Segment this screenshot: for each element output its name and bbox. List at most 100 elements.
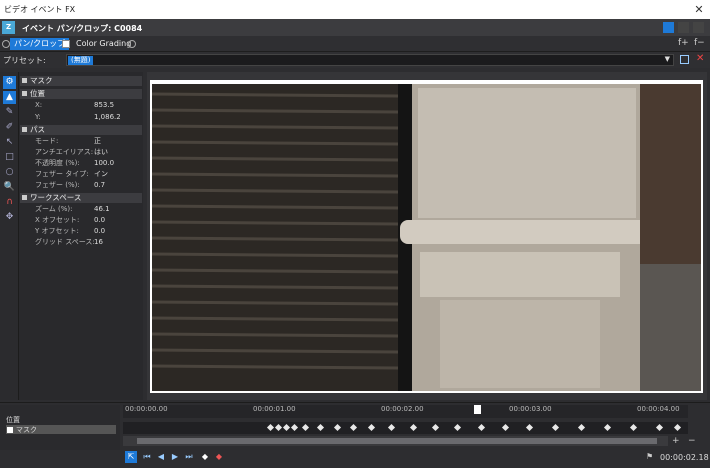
track-mask-label: マスク	[16, 426, 37, 434]
fx-remove-icon[interactable]: f−	[694, 38, 705, 48]
timeline-scrollbar[interactable]	[123, 436, 668, 446]
param-x-value[interactable]: 853.5	[94, 100, 114, 110]
rectangle-tool-icon[interactable]: □	[3, 151, 16, 164]
color-grading-checkbox[interactable]	[62, 40, 70, 48]
last-keyframe-icon[interactable]: ⏭	[183, 451, 195, 463]
param-grid-spacing-value[interactable]: 16	[94, 237, 103, 247]
scroll-thumb[interactable]	[137, 438, 657, 444]
keyframe[interactable]	[387, 423, 396, 432]
magnet-tool-icon[interactable]: ∩	[3, 196, 16, 209]
keyframe[interactable]	[603, 423, 612, 432]
delete-keyframe-icon[interactable]: ◆	[213, 451, 225, 463]
tick-0: 00:00:00.00	[125, 405, 168, 413]
close-button[interactable]: ✕	[688, 0, 710, 19]
event-header: Z イベント パン/クロップ: C0084	[0, 19, 710, 36]
keyframe-row[interactable]	[123, 422, 688, 434]
param-mode-value[interactable]: 正	[94, 136, 101, 146]
plugin-tab-pan-crop[interactable]: パン/クロップ	[10, 38, 70, 50]
app-logo-icon: Z	[2, 21, 15, 34]
param-zoom-value[interactable]: 46.1	[94, 204, 110, 214]
keyframe[interactable]	[274, 423, 283, 432]
next-keyframe-icon[interactable]: ▶	[169, 451, 181, 463]
keyframe[interactable]	[266, 423, 275, 432]
layout-toggle-icon[interactable]	[663, 22, 674, 33]
keyframe[interactable]	[629, 423, 638, 432]
keyframe[interactable]	[431, 423, 440, 432]
param-feather: フェザー (%): 0.7	[19, 180, 143, 190]
move-tool-icon[interactable]: ✥	[3, 211, 16, 224]
keyframe[interactable]	[282, 423, 291, 432]
section-workspace-label: ワークスペース	[30, 193, 82, 202]
fx-add-icon[interactable]: f+	[678, 38, 689, 48]
timecode: 00:00:02.18	[660, 453, 709, 462]
first-keyframe-icon[interactable]: ⏮	[141, 451, 153, 463]
param-feather-value[interactable]: 0.7	[94, 180, 105, 190]
keyframe[interactable]	[367, 423, 376, 432]
param-mode-label: モード:	[35, 137, 59, 145]
param-grid-spacing-label: グリッド スペース:	[35, 238, 95, 246]
param-y-offset: Y オフセット: 0.0	[19, 226, 143, 236]
video-frame[interactable]	[150, 80, 703, 393]
anchor-tool-icon[interactable]: ↖	[3, 136, 16, 149]
sync-cursor-icon[interactable]: ⇱	[125, 451, 137, 463]
chain-start-icon	[2, 40, 10, 48]
save-preset-icon[interactable]	[680, 55, 689, 64]
chevron-down-icon: ▼	[664, 55, 670, 63]
param-y-value[interactable]: 1,086.2	[94, 112, 121, 122]
track-mask-checkbox[interactable]	[7, 427, 13, 433]
section-path[interactable]: パス	[20, 125, 142, 135]
keyframe[interactable]	[290, 423, 299, 432]
keyframe[interactable]	[525, 423, 534, 432]
keyframe[interactable]	[409, 423, 418, 432]
keyframe[interactable]	[333, 423, 342, 432]
zoom-out-icon[interactable]: −	[688, 436, 696, 446]
param-opacity-label: 不透明度 (%):	[35, 159, 80, 167]
section-mask[interactable]: マスク	[20, 76, 142, 86]
section-mask-label: マスク	[30, 76, 53, 85]
ellipse-tool-icon[interactable]: ○	[3, 166, 16, 179]
brush-tool-icon[interactable]: ✐	[3, 121, 16, 134]
param-y-offset-value[interactable]: 0.0	[94, 226, 105, 236]
zoom-tool-icon[interactable]: 🔍	[3, 181, 16, 194]
preset-dropdown[interactable]: (無題) ▼	[66, 54, 674, 66]
section-workspace[interactable]: ワークスペース	[20, 193, 142, 203]
param-feather-type-value[interactable]: イン	[94, 169, 108, 179]
settings-gear-icon[interactable]: ⚙	[3, 76, 16, 89]
pen-tool-icon[interactable]: ✎	[3, 106, 16, 119]
plugin-tab-color-grading[interactable]: Color Grading	[72, 38, 135, 50]
keyframe[interactable]	[655, 423, 664, 432]
param-feather-type: フェザー タイプ: イン	[19, 169, 143, 179]
preset-value: (無題)	[68, 56, 94, 65]
keyframe[interactable]	[551, 423, 560, 432]
param-antialias-value[interactable]: はい	[94, 147, 108, 157]
maximize-view-icon[interactable]	[693, 22, 704, 33]
pointer-tool-icon[interactable]: ▲	[3, 91, 16, 104]
split-view-icon[interactable]	[678, 22, 689, 33]
keyframe[interactable]	[577, 423, 586, 432]
keyframe[interactable]	[501, 423, 510, 432]
keyframe[interactable]	[673, 423, 682, 432]
event-title: イベント パン/クロップ: C0084	[22, 24, 143, 33]
add-keyframe-icon[interactable]: ◆	[199, 451, 211, 463]
param-grid-spacing: グリッド スペース: 16	[19, 237, 143, 247]
tick-2: 00:00:02.00	[381, 405, 424, 413]
plugin-chain: パン/クロップ Color Grading f+ f−	[0, 36, 710, 52]
keyframe[interactable]	[477, 423, 486, 432]
track-labels: 位置 マスク	[0, 405, 120, 450]
keyframe[interactable]	[316, 423, 325, 432]
keyframe[interactable]	[453, 423, 462, 432]
timeline-ruler[interactable]: 00:00:00.00 00:00:01.00 00:00:02.00 00:0…	[123, 405, 688, 418]
zoom-in-icon[interactable]: +	[672, 436, 680, 446]
delete-preset-icon[interactable]: ✕	[696, 53, 704, 64]
prev-keyframe-icon[interactable]: ◀	[155, 451, 167, 463]
keyframe[interactable]	[301, 423, 310, 432]
playhead-marker[interactable]	[474, 405, 481, 414]
chain-end-icon	[128, 40, 136, 48]
param-x-offset-value[interactable]: 0.0	[94, 215, 105, 225]
track-position-label[interactable]: 位置	[6, 415, 20, 425]
param-antialias: アンチエイリアス: はい	[19, 147, 143, 157]
section-position[interactable]: 位置	[20, 89, 142, 99]
param-opacity-value[interactable]: 100.0	[94, 158, 114, 168]
track-mask-row[interactable]: マスク	[6, 425, 116, 434]
keyframe[interactable]	[349, 423, 358, 432]
